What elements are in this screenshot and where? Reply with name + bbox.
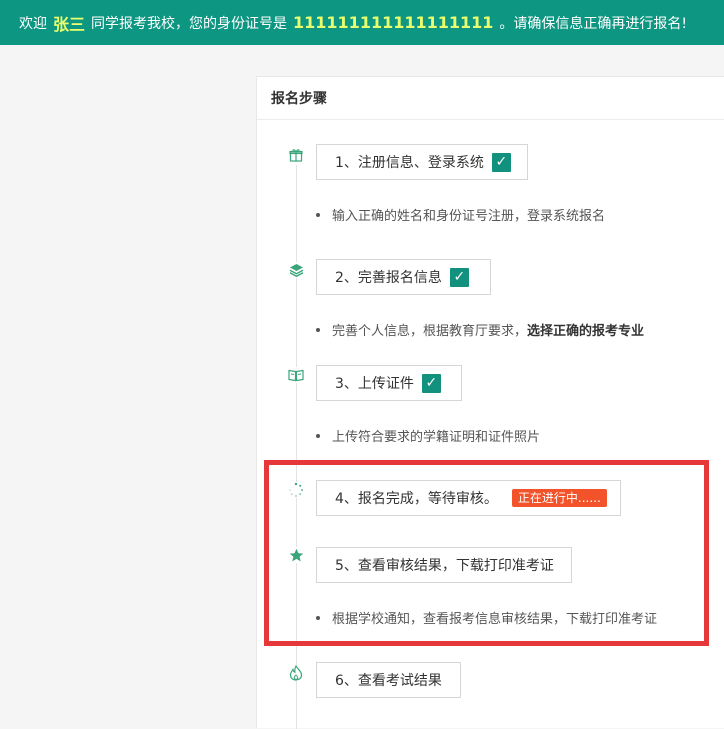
- step-2-note: 完善个人信息，根据教育厅要求， 选择正确的报考专业: [316, 320, 644, 339]
- gift-icon: [288, 147, 304, 163]
- student-name: 张三: [53, 14, 86, 34]
- banner-tail-text: 。请确保信息正确再进行报名!: [499, 15, 688, 32]
- step-2-check-icon: ✓: [449, 267, 469, 287]
- step-3-label: 3、上传证件: [335, 376, 414, 392]
- welcome-text: 欢迎: [19, 15, 47, 32]
- step-2-complete-info[interactable]: 2、完善报名信息 ✓: [316, 259, 491, 295]
- fire-icon: [288, 665, 304, 681]
- bullet-icon: [316, 212, 320, 217]
- step-1-register-login[interactable]: 1、注册信息、登录系统 ✓: [316, 144, 528, 180]
- welcome-banner: 欢迎 张三 同学报考我校，您的身份证号是 111111111111111111 …: [0, 0, 724, 45]
- id-number: 111111111111111111: [293, 13, 494, 32]
- layers-icon: [288, 262, 304, 278]
- bullet-icon: [316, 433, 320, 438]
- book-icon: [288, 367, 304, 383]
- step-2-label: 2、完善报名信息: [335, 270, 442, 286]
- highlight-frame: [264, 460, 709, 646]
- step-6-exam-results[interactable]: 6、查看考试结果: [316, 662, 461, 698]
- step-3-note: 上传符合要求的学籍证明和证件照片: [316, 426, 540, 445]
- step-3-check-icon: ✓: [421, 373, 441, 393]
- banner-mid-text: 同学报考我校，您的身份证号是: [91, 15, 288, 32]
- step-1-check-icon: ✓: [491, 152, 511, 172]
- step-1-label: 1、注册信息、登录系统: [335, 155, 484, 171]
- step-1-note: 输入正确的姓名和身份证号注册，登录系统报名: [316, 205, 605, 224]
- step-3-upload-documents[interactable]: 3、上传证件 ✓: [316, 365, 462, 401]
- step-6-label: 6、查看考试结果: [335, 673, 442, 689]
- bullet-icon: [316, 327, 320, 332]
- panel-title: 报名步骤: [257, 77, 724, 120]
